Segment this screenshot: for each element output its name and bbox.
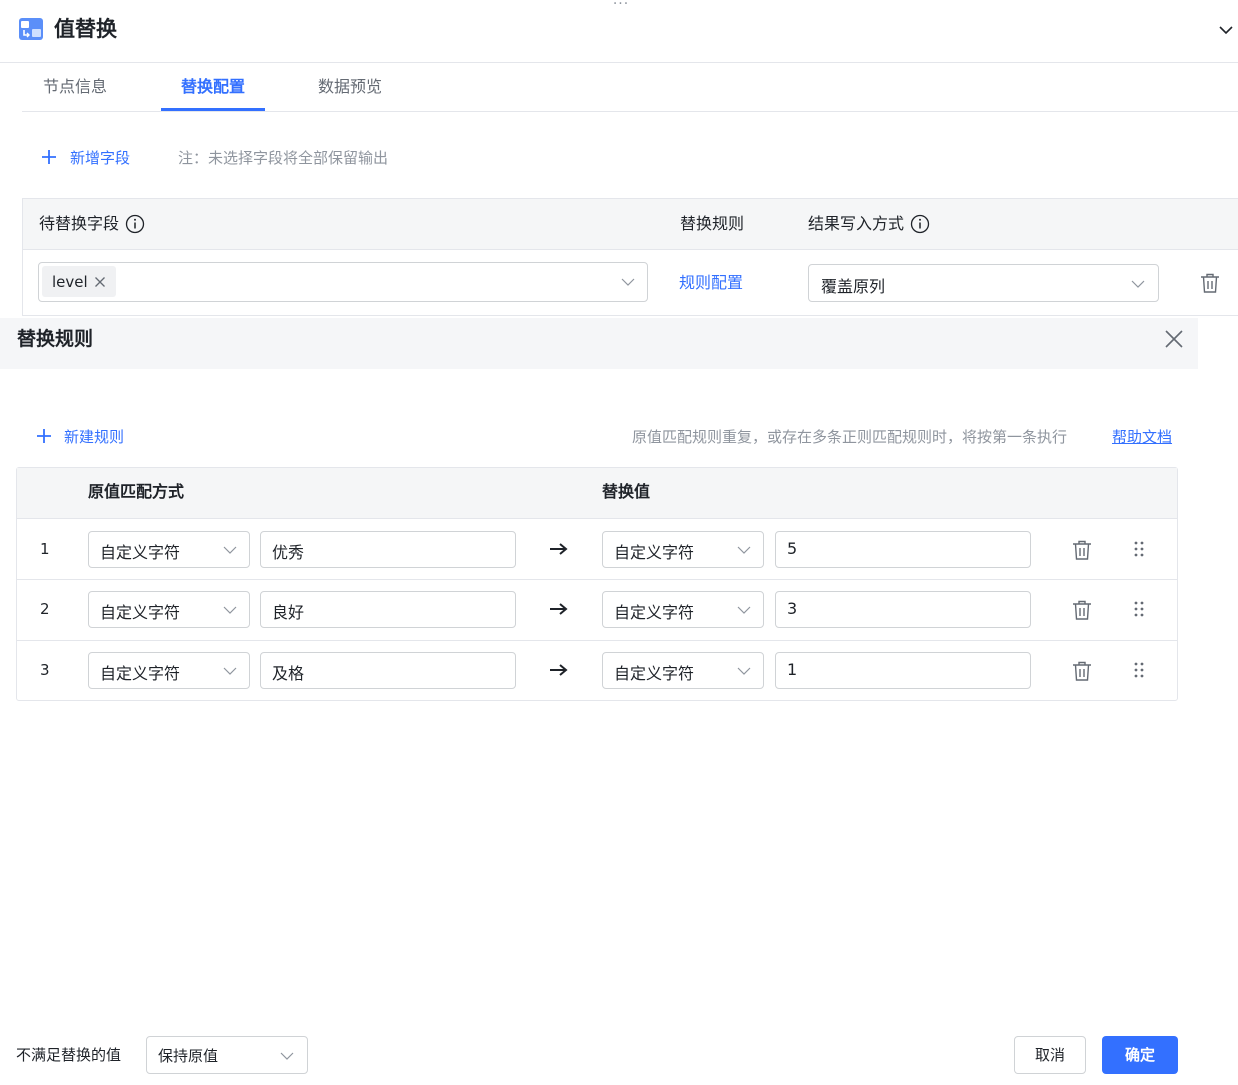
- chevron-down-icon: [737, 667, 751, 675]
- replace-value-input[interactable]: 1: [775, 652, 1031, 689]
- rule-index: 3: [40, 661, 50, 679]
- drag-handle[interactable]: ···: [609, 0, 633, 12]
- rule-table-header: [17, 468, 1177, 519]
- header-divider: [0, 62, 1238, 63]
- unmatched-label: 不满足替换的值: [16, 1046, 122, 1064]
- replace-value-text: 5: [787, 539, 798, 558]
- replace-type-select[interactable]: 自定义字符: [602, 652, 764, 689]
- trash-icon[interactable]: [1071, 660, 1093, 682]
- plus-icon: [37, 429, 51, 443]
- arrow-right-icon: [550, 543, 568, 555]
- match-value-input[interactable]: 优秀: [260, 531, 516, 568]
- trash-icon[interactable]: [1071, 539, 1093, 561]
- unmatched-value-text: 保持原值: [158, 1047, 219, 1065]
- column-header-rule: 替换规则: [680, 214, 745, 233]
- new-rule-button[interactable]: 新建规则: [34, 424, 124, 448]
- close-icon[interactable]: [1164, 329, 1184, 349]
- chevron-down-icon[interactable]: [1216, 20, 1236, 40]
- tab-divider: [22, 111, 1238, 112]
- replace-type-select[interactable]: 自定义字符: [602, 591, 764, 628]
- replace-value-text: 1: [787, 660, 798, 679]
- match-type-select[interactable]: 自定义字符: [88, 652, 250, 689]
- tab-active-indicator: [161, 108, 265, 111]
- help-doc-link[interactable]: 帮助文档: [1112, 427, 1172, 447]
- rule-hint: 原值匹配规则重复，或存在多条正则匹配规则时，将按第一条执行: [632, 428, 1068, 446]
- replace-type-select[interactable]: 自定义字符: [602, 531, 764, 568]
- row-divider: [17, 640, 1177, 641]
- row-divider: [17, 579, 1177, 580]
- match-value-input[interactable]: 及格: [260, 652, 516, 689]
- chevron-down-icon: [223, 667, 237, 675]
- column-header-replace: 替换值: [602, 482, 651, 501]
- replace-value-input[interactable]: 3: [775, 591, 1031, 628]
- field-table-header: [23, 199, 1238, 250]
- tab-replace-config[interactable]: 替换配置: [161, 74, 265, 112]
- add-field-label: 新增字段: [70, 148, 131, 167]
- column-header-write-mode: 结果写入方式: [808, 212, 930, 236]
- drag-handle-icon[interactable]: [1132, 540, 1146, 558]
- column-header-field: 待替换字段: [39, 212, 145, 236]
- cancel-button[interactable]: 取消: [1014, 1036, 1086, 1074]
- chevron-down-icon: [621, 278, 635, 286]
- column-header-match: 原值匹配方式: [88, 482, 185, 501]
- field-note: 注：未选择字段将全部保留输出: [178, 149, 389, 167]
- info-icon[interactable]: [910, 214, 930, 234]
- arrow-right-icon: [550, 603, 568, 615]
- field-tag-label: level: [52, 272, 88, 291]
- chevron-down-icon: [737, 546, 751, 554]
- chevron-down-icon: [280, 1052, 294, 1060]
- replace-value-input[interactable]: 5: [775, 531, 1031, 568]
- tab-data-preview[interactable]: 数据预览: [298, 74, 402, 112]
- match-value-text: 优秀: [272, 543, 305, 562]
- tab-node-info[interactable]: 节点信息: [22, 74, 128, 112]
- chevron-down-icon: [223, 546, 237, 554]
- plus-icon: [42, 150, 56, 164]
- match-value-text: 及格: [272, 664, 305, 683]
- add-field-button[interactable]: 新增字段: [38, 145, 130, 169]
- match-type-value: 自定义字符: [100, 543, 181, 562]
- rule-index: 1: [40, 540, 50, 558]
- match-type-value: 自定义字符: [100, 664, 181, 683]
- match-type-select[interactable]: 自定义字符: [88, 531, 250, 568]
- close-icon[interactable]: [94, 276, 106, 288]
- field-tag: level: [42, 266, 116, 297]
- match-type-value: 自定义字符: [100, 603, 181, 622]
- write-mode-select[interactable]: 覆盖原列: [808, 264, 1159, 302]
- write-mode-value: 覆盖原列: [821, 277, 886, 296]
- arrow-right-icon: [550, 664, 568, 676]
- replace-value-text: 3: [787, 599, 798, 618]
- rule-config-link[interactable]: 规则配置: [679, 272, 743, 294]
- unmatched-value-select[interactable]: 保持原值: [146, 1036, 308, 1074]
- page-title: 值替换: [54, 17, 117, 41]
- drawer-header: [0, 318, 1198, 369]
- replace-type-value: 自定义字符: [614, 603, 695, 622]
- rule-index: 2: [40, 600, 50, 618]
- info-icon[interactable]: [125, 214, 145, 234]
- match-value-text: 良好: [272, 603, 305, 622]
- drag-handle-icon[interactable]: [1132, 661, 1146, 679]
- chevron-down-icon: [737, 606, 751, 614]
- value-replace-icon: [19, 18, 43, 40]
- trash-icon[interactable]: [1071, 599, 1093, 621]
- match-value-input[interactable]: 良好: [260, 591, 516, 628]
- drag-handle-icon[interactable]: [1132, 600, 1146, 618]
- field-multi-select[interactable]: [38, 262, 648, 302]
- replace-type-value: 自定义字符: [614, 543, 695, 562]
- trash-icon[interactable]: [1199, 272, 1221, 294]
- replace-type-value: 自定义字符: [614, 664, 695, 683]
- match-type-select[interactable]: 自定义字符: [88, 591, 250, 628]
- confirm-button[interactable]: 确定: [1102, 1036, 1178, 1074]
- chevron-down-icon: [223, 606, 237, 614]
- new-rule-label: 新建规则: [64, 427, 125, 446]
- drawer-title: 替换规则: [17, 328, 94, 350]
- chevron-down-icon: [1131, 280, 1145, 288]
